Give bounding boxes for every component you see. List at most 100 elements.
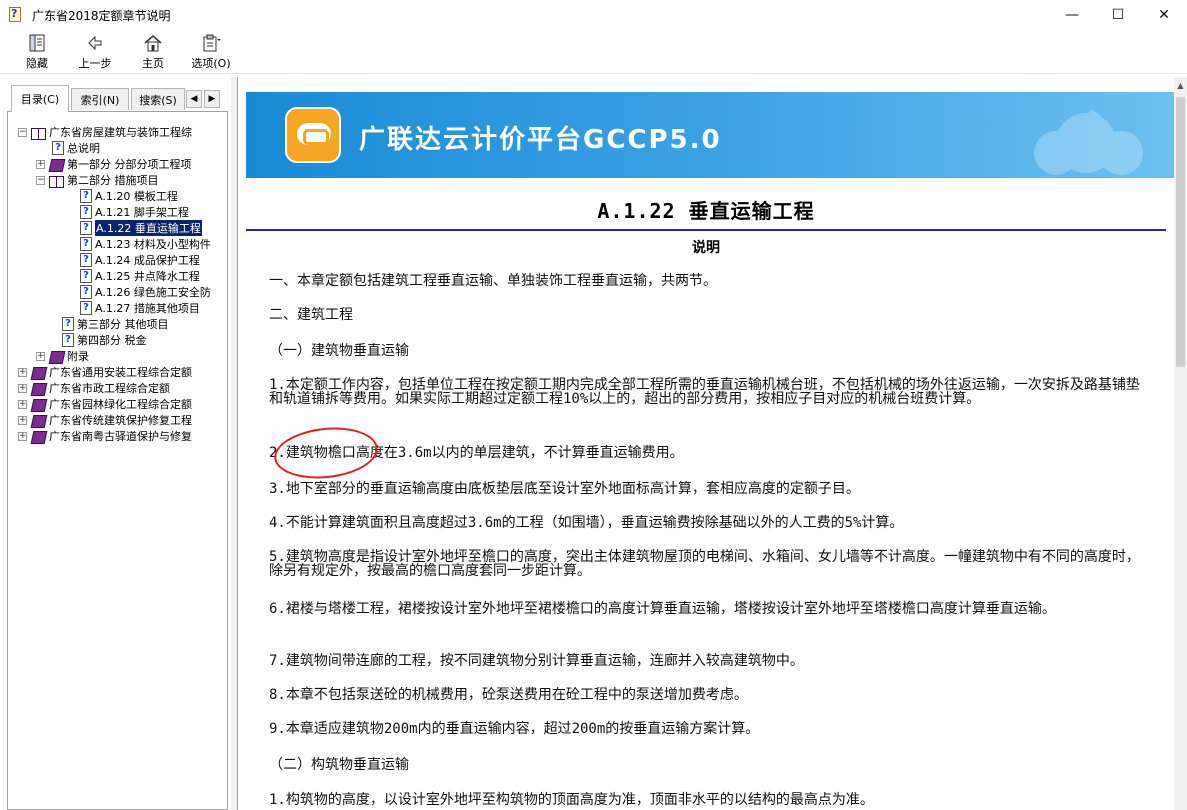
paragraph-14: 1.构筑物的高度，以设计室外地坪至构筑物的顶面高度为准，顶面非水平的以结构的最高… xyxy=(269,792,874,808)
expand-icon[interactable]: + xyxy=(18,431,27,441)
vertical-scrollbar[interactable]: ▲ xyxy=(1174,77,1187,810)
paragraph-8: 5.建筑物高度是指设计室外地坪至檐口的高度，突出主体建筑物屋顶的电梯间、水箱间、… xyxy=(269,549,1140,579)
tree-label: 总说明 xyxy=(67,142,100,155)
tree-item-part1[interactable]: + 第一部分 分部分项工程项 xyxy=(36,156,192,172)
hide-label: 隐藏 xyxy=(26,57,48,70)
tree-item-a127[interactable]: ? A.1.27 措施其他项目 xyxy=(80,300,200,316)
banner-title: 广联达云计价平台GCCP5.0 xyxy=(359,125,722,155)
tree-item-part2[interactable]: − 第二部分 措施项目 xyxy=(36,172,159,188)
tree-label: 第三部分 其他项目 xyxy=(77,318,169,331)
tree-item-landscape[interactable]: + 广东省园林绿化工程综合定额 xyxy=(18,396,192,412)
close-button[interactable]: ✕ xyxy=(1141,0,1187,30)
arrow-left-icon: ◀ xyxy=(190,94,198,104)
paragraph-2: 二、建筑工程 xyxy=(269,307,353,323)
expand-icon[interactable]: + xyxy=(36,159,45,169)
minimize-button[interactable]: — xyxy=(1049,0,1095,30)
tree-label: 第二部分 措施项目 xyxy=(67,174,159,187)
tab-scroll-left[interactable]: ◀ xyxy=(186,90,202,108)
tab-scroll-right[interactable]: ▶ xyxy=(204,90,220,108)
tree-item-part4[interactable]: ? 第四部分 税金 xyxy=(62,332,147,348)
tree-item-install[interactable]: + 广东省通用安装工程综合定额 xyxy=(18,364,192,380)
tab-index[interactable]: 索引(N) xyxy=(71,88,129,110)
tab-contents[interactable]: 目录(C) xyxy=(11,85,69,112)
tree-item-a125[interactable]: ? A.1.25 井点降水工程 xyxy=(80,268,200,284)
paragraph-4: 1.本定额工作内容，包括单位工程在按定额工期内完成全部工程所需的垂直运输机械台班… xyxy=(269,377,1140,407)
help-page-icon: ? xyxy=(62,333,74,347)
help-page-icon: ? xyxy=(80,205,92,219)
tree-label: A.1.27 措施其他项目 xyxy=(95,302,200,315)
tree-item-root[interactable]: − 广东省房屋建筑与装饰工程综 xyxy=(18,124,192,140)
arrow-right-icon: ▶ xyxy=(208,94,216,104)
toolbar: 隐藏 上一步 主页 选项(O) xyxy=(0,30,1187,74)
expand-icon[interactable]: + xyxy=(36,351,45,361)
help-page-icon: ? xyxy=(80,269,92,283)
closed-book-icon xyxy=(31,414,46,427)
tree-item-a124[interactable]: ? A.1.24 成品保护工程 xyxy=(80,252,200,268)
pencil-cloud-decoration-icon xyxy=(1034,109,1143,175)
tree-label: A.1.21 脚手架工程 xyxy=(95,206,189,219)
tree-item-post-road[interactable]: + 广东省南粤古驿道保护与修复 xyxy=(18,428,192,444)
paragraph-3: （一）建筑物垂直运输 xyxy=(269,343,409,359)
tree-label: 广东省传统建筑保护修复工程 xyxy=(49,414,192,427)
closed-book-icon xyxy=(31,382,46,395)
tree-item-a122[interactable]: ? A.1.22 垂直运输工程 xyxy=(80,220,202,236)
closed-book-icon xyxy=(49,158,64,171)
collapse-icon[interactable]: − xyxy=(18,127,27,137)
scroll-thumb[interactable] xyxy=(1176,97,1185,367)
paragraph-12: 9.本章适应建筑物200m内的垂直运输内容，超过200m的按垂直运输方案计算。 xyxy=(269,721,760,737)
scroll-up-icon[interactable]: ▲ xyxy=(1174,77,1187,93)
help-page-icon: ? xyxy=(80,189,92,203)
paragraph-6: 3.地下室部分的垂直运输高度由底板垫层底至设计室外地面标高计算，套相应高度的定额… xyxy=(269,481,860,497)
home-label: 主页 xyxy=(142,57,164,70)
tree-item-a126[interactable]: ? A.1.26 绿色施工安全防 xyxy=(80,284,211,300)
paragraph-5: 2.建筑物檐口高度在3.6m以内的单层建筑，不计算垂直运输费用。 xyxy=(269,445,684,461)
back-button[interactable]: 上一步 xyxy=(66,30,124,74)
expand-icon[interactable]: + xyxy=(18,399,27,409)
expand-icon[interactable]: + xyxy=(18,367,27,377)
tree-item-a120[interactable]: ? A.1.20 模板工程 xyxy=(80,188,178,204)
glodon-cloud-logo-icon xyxy=(285,107,341,163)
tree-label: A.1.25 井点降水工程 xyxy=(95,270,200,283)
closed-book-icon xyxy=(31,398,46,411)
help-app-icon: ? xyxy=(8,7,24,23)
tree-label: 第一部分 分部分项工程项 xyxy=(67,158,192,171)
tree-item-part3[interactable]: ? 第三部分 其他项目 xyxy=(62,316,169,332)
paragraph-9: 6.裙楼与塔楼工程，裙楼按设计室外地坪至裙楼檐口的高度计算垂直运输，塔楼按设计室… xyxy=(269,601,1056,617)
tree-item-a123[interactable]: ? A.1.23 材料及小型构件 xyxy=(80,236,211,252)
collapse-icon[interactable]: − xyxy=(36,175,45,185)
help-page-icon: ? xyxy=(62,317,74,331)
tree-item-general[interactable]: ? 总说明 xyxy=(52,140,100,156)
page-title: A.1.22 垂直运输工程 xyxy=(597,199,815,223)
paragraph-13: （二）构筑物垂直运输 xyxy=(269,757,409,773)
home-button[interactable]: 主页 xyxy=(124,30,182,74)
hide-pane-icon xyxy=(29,34,45,52)
maximize-button[interactable]: ☐ xyxy=(1095,0,1141,30)
tab-search[interactable]: 搜索(S) xyxy=(131,88,185,110)
paragraph-1: 一、本章定额包括建筑工程垂直运输、单独装饰工程垂直运输，共两节。 xyxy=(269,273,717,289)
back-arrow-icon xyxy=(88,35,102,51)
open-book-icon xyxy=(49,174,64,188)
expand-icon[interactable]: + xyxy=(18,383,27,393)
tree-item-heritage[interactable]: + 广东省传统建筑保护修复工程 xyxy=(18,412,192,428)
tree-item-appendix[interactable]: + 附录 xyxy=(36,348,89,364)
options-label: 选项(O) xyxy=(191,57,231,70)
tree-label: A.1.20 模板工程 xyxy=(95,190,178,203)
options-icon xyxy=(203,34,221,52)
window-controls: — ☐ ✕ xyxy=(1049,0,1187,30)
help-page-icon: ? xyxy=(80,237,92,251)
options-button[interactable]: 选项(O) xyxy=(182,30,240,74)
tree-label: 第四部分 税金 xyxy=(77,334,147,347)
help-page-icon: ? xyxy=(80,285,92,299)
tree-label: 广东省南粤古驿道保护与修复 xyxy=(49,430,192,443)
open-book-icon xyxy=(31,126,46,140)
tree-label-selected: A.1.22 垂直运输工程 xyxy=(95,220,202,236)
help-page-icon: ? xyxy=(80,253,92,267)
tree-item-a121[interactable]: ? A.1.21 脚手架工程 xyxy=(80,204,189,220)
hide-button[interactable]: 隐藏 xyxy=(8,30,66,74)
navigation-pane: 目录(C) 索引(N) 搜索(S) ◀ ▶ − 广东省房屋建筑与装饰工程综 ? … xyxy=(7,77,228,810)
tree-label: A.1.24 成品保护工程 xyxy=(95,254,200,267)
paragraph-11: 8.本章不包括泵送砼的机械费用，砼泵送费用在砼工程中的泵送增加费考虑。 xyxy=(269,687,748,703)
window-title: 广东省2018定额章节说明 xyxy=(32,8,171,23)
expand-icon[interactable]: + xyxy=(18,415,27,425)
tree-item-municipal[interactable]: + 广东省市政工程综合定额 xyxy=(18,380,170,396)
